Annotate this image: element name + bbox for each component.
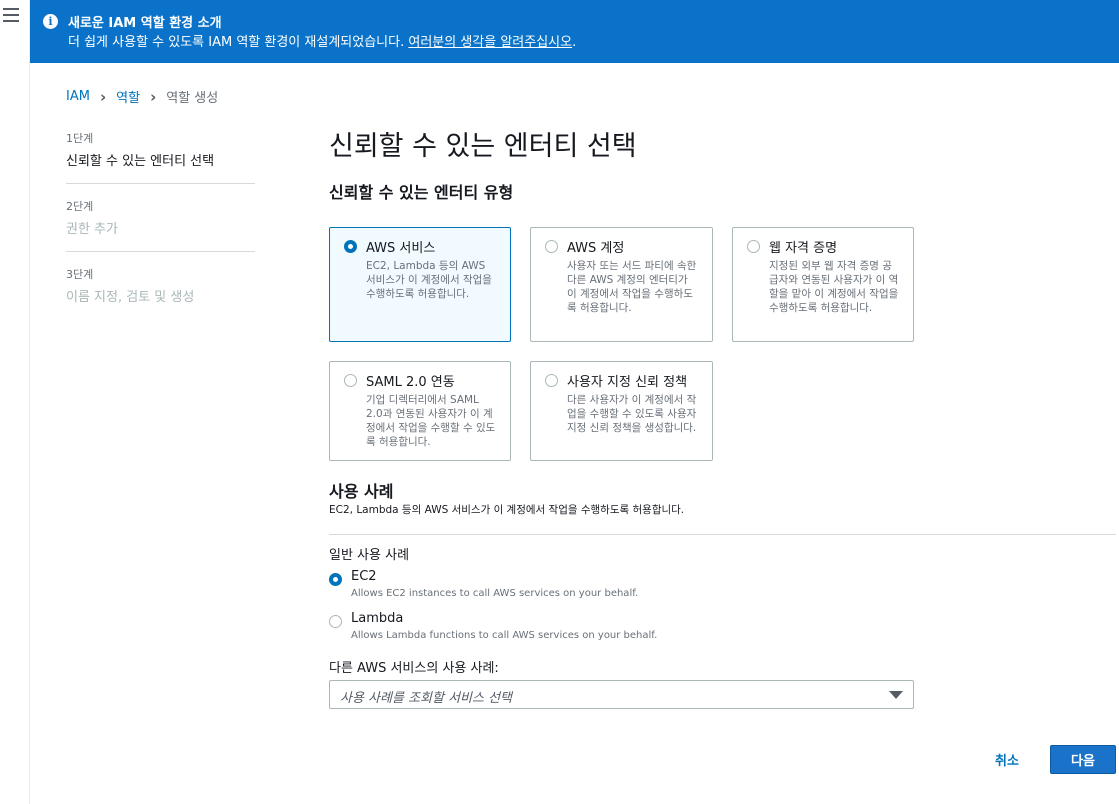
cancel-button[interactable]: 취소 [982,745,1032,773]
use-case-heading: 사용 사례 [329,482,394,501]
step-number: 1단계 [66,132,94,145]
tile-title: SAML 2.0 연동 [366,375,455,390]
radio-button[interactable] [344,240,357,253]
wizard-steps: 1단계 신뢰할 수 있는 엔터티 선택 2단계 권한 추가 3단계 이름 지정,… [66,130,255,333]
option-description: Allows Lambda functions to call AWS serv… [351,630,658,641]
breadcrumb-iam[interactable]: IAM [66,89,90,104]
radio-button[interactable] [545,240,558,253]
tile-saml-federation[interactable]: SAML 2.0 연동 기업 디렉터리에서 SAML 2.0과 연동된 사용자가… [329,361,511,461]
breadcrumb-roles[interactable]: 역할 [116,87,140,106]
use-case-lambda[interactable]: Lambda Allows Lambda functions to call A… [329,611,729,647]
left-rail [0,0,30,804]
step-label: 권한 추가 [66,222,118,237]
breadcrumb-create-role: 역할 생성 [166,91,219,106]
option-description: Allows EC2 instances to call AWS service… [351,588,639,599]
chevron-right-icon: › [150,87,157,106]
banner-text: 더 쉽게 사용할 수 있도록 IAM 역할 환경이 재설계되었습니다. 여러분의… [68,35,577,50]
radio-button[interactable] [329,615,342,628]
next-button[interactable]: 다음 [1050,745,1116,774]
chevron-right-icon: › [99,87,107,106]
select-placeholder: 사용 사례를 조회할 서비스 선택 [340,691,513,706]
tile-title: 사용자 지정 신뢰 정책 [567,375,688,390]
option-title: Lambda [351,611,404,626]
tile-description: 다른 사용자가 이 계정에서 작업을 수행할 수 있도록 사용자 지정 신뢰 정… [567,394,697,434]
common-use-cases-label: 일반 사용 사례 [329,548,410,563]
service-select[interactable]: 사용 사례를 조회할 서비스 선택 [329,680,914,709]
caret-down-icon [889,691,903,699]
page-title: 신뢰할 수 있는 엔터티 선택 [329,131,637,162]
info-banner: i 새로운 IAM 역할 환경 소개 더 쉽게 사용할 수 있도록 IAM 역할… [30,0,1119,63]
use-case-ec2[interactable]: EC2 Allows EC2 instances to call AWS ser… [329,569,729,605]
option-title: EC2 [351,569,377,584]
radio-button[interactable] [545,374,558,387]
info-icon: i [43,14,58,29]
menu-icon[interactable] [3,8,19,22]
tile-title: 웹 자격 증명 [769,241,838,256]
tile-description: 기업 디렉터리에서 SAML 2.0과 연동된 사용자가 이 계정에서 작업을 … [366,394,496,448]
step-number: 3단계 [66,268,94,281]
radio-button[interactable] [329,573,342,586]
step-number: 2단계 [66,200,94,213]
tile-aws-service[interactable]: AWS 서비스 EC2, Lambda 등의 AWS 서비스가 이 계정에서 작… [329,227,511,342]
radio-button[interactable] [747,240,760,253]
step-2: 2단계 권한 추가 [66,198,255,252]
step-1: 1단계 신뢰할 수 있는 엔터티 선택 [66,130,255,184]
banner-title: 새로운 IAM 역할 환경 소개 [68,16,222,31]
divider [329,534,1116,535]
tile-title: AWS 계정 [567,241,625,256]
step-label: 신뢰할 수 있는 엔터티 선택 [66,154,215,169]
tile-web-identity[interactable]: 웹 자격 증명 지정된 외부 웹 자격 증명 공급자와 연동된 사용자가 이 역… [732,227,914,342]
other-services-label: 다른 AWS 서비스의 사용 사례: [329,661,499,676]
tile-description: 사용자 또는 서드 파티에 속한 다른 AWS 계정의 엔터티가 이 계정에서 … [567,260,697,314]
breadcrumb: IAM › 역할 › 역할 생성 [66,87,219,107]
step-3: 3단계 이름 지정, 검토 및 생성 [66,266,255,319]
tile-description: EC2, Lambda 등의 AWS 서비스가 이 계정에서 작업을 수행하도록… [366,260,492,300]
entity-type-heading: 신뢰할 수 있는 엔터티 유형 [329,183,514,202]
tile-custom-trust-policy[interactable]: 사용자 지정 신뢰 정책 다른 사용자가 이 계정에서 작업을 수행할 수 있도… [530,361,713,461]
feedback-link[interactable]: 여러분의 생각을 알려주십시오 [408,35,572,50]
use-case-description: EC2, Lambda 등의 AWS 서비스가 이 계정에서 작업을 수행하도록… [329,504,685,516]
step-label: 이름 지정, 검토 및 생성 [66,290,195,305]
radio-button[interactable] [344,374,357,387]
tile-title: AWS 서비스 [366,241,436,256]
tile-aws-account[interactable]: AWS 계정 사용자 또는 서드 파티에 속한 다른 AWS 계정의 엔터티가 … [530,227,713,342]
tile-description: 지정된 외부 웹 자격 증명 공급자와 연동된 사용자가 이 역할을 맡아 이 … [769,260,899,314]
